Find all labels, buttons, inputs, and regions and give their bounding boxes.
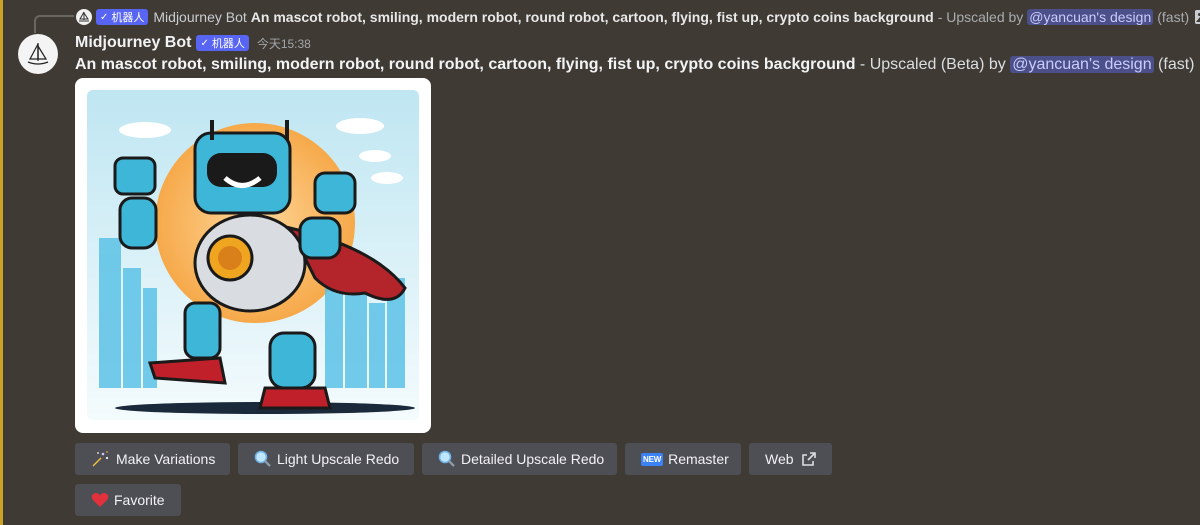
sparkles-icon	[91, 450, 111, 468]
magnifier-icon	[254, 450, 272, 468]
web-button[interactable]: Web	[749, 443, 832, 475]
bot-badge: ✓ 机器人	[96, 9, 149, 25]
reply-author[interactable]: Midjourney Bot	[153, 9, 246, 25]
message-content: An mascot robot, smiling, modern robot, …	[75, 56, 1194, 74]
bot-badge-label: 机器人	[111, 12, 145, 24]
checkmark-icon: ✓	[200, 37, 209, 49]
reply-avatar[interactable]	[76, 9, 92, 25]
message-suffix: - Upscaled (Beta) by	[855, 56, 1011, 73]
light-upscale-redo-label: Light Upscale Redo	[277, 451, 400, 467]
bot-badge-label: 机器人	[211, 38, 245, 50]
magnifier-icon	[438, 450, 456, 468]
favorite-button[interactable]: Favorite	[75, 484, 181, 516]
make-variations-button[interactable]: Make Variations	[75, 443, 230, 475]
message-prompt: An mascot robot, smiling, modern robot, …	[75, 56, 856, 73]
detailed-upscale-redo-button[interactable]: Detailed Upscale Redo	[422, 443, 617, 475]
reply-tail: (fast)	[1157, 9, 1190, 25]
reply-prompt[interactable]: An mascot robot, smiling, modern robot, …	[251, 9, 934, 25]
generated-image[interactable]	[75, 78, 431, 433]
author-name[interactable]: Midjourney Bot	[75, 34, 191, 52]
sailboat-icon	[79, 11, 89, 22]
timestamp[interactable]: 今天15:38	[257, 35, 311, 52]
reply-mention[interactable]: @yancuan's design	[1027, 9, 1154, 25]
reply-preview[interactable]: ✓ 机器人 Midjourney Bot An mascot robot, smi…	[38, 8, 1200, 26]
remaster-label: Remaster	[668, 451, 729, 467]
image-attachment-icon[interactable]	[1195, 10, 1200, 24]
light-upscale-redo-button[interactable]: Light Upscale Redo	[238, 443, 414, 475]
message-header: Midjourney Bot ✓ 机器人 今天15:38	[75, 34, 311, 52]
robot-mascot-illustration	[87, 90, 419, 420]
heart-icon	[91, 492, 109, 508]
bot-badge: ✓ 机器人	[196, 35, 249, 51]
favorite-button-row: Favorite	[75, 484, 181, 516]
message-tail: (fast)	[1153, 56, 1195, 73]
message-highlight-bar	[0, 0, 3, 525]
remaster-button[interactable]: NEW Remaster	[625, 443, 741, 475]
favorite-label: Favorite	[114, 492, 165, 508]
web-label: Web	[765, 451, 794, 467]
sailboat-icon	[27, 43, 49, 65]
reply-suffix: - Upscaled by	[937, 9, 1024, 25]
detailed-upscale-redo-label: Detailed Upscale Redo	[461, 451, 605, 467]
bot-avatar[interactable]	[18, 34, 58, 74]
checkmark-icon: ✓	[100, 11, 109, 23]
action-buttons-row: Make Variations Light Upscale Redo Detai…	[75, 443, 832, 475]
message-mention[interactable]: @yancuan's design	[1010, 56, 1154, 73]
make-variations-label: Make Variations	[116, 451, 216, 467]
new-icon: NEW	[641, 452, 664, 466]
external-link-icon	[801, 452, 816, 466]
